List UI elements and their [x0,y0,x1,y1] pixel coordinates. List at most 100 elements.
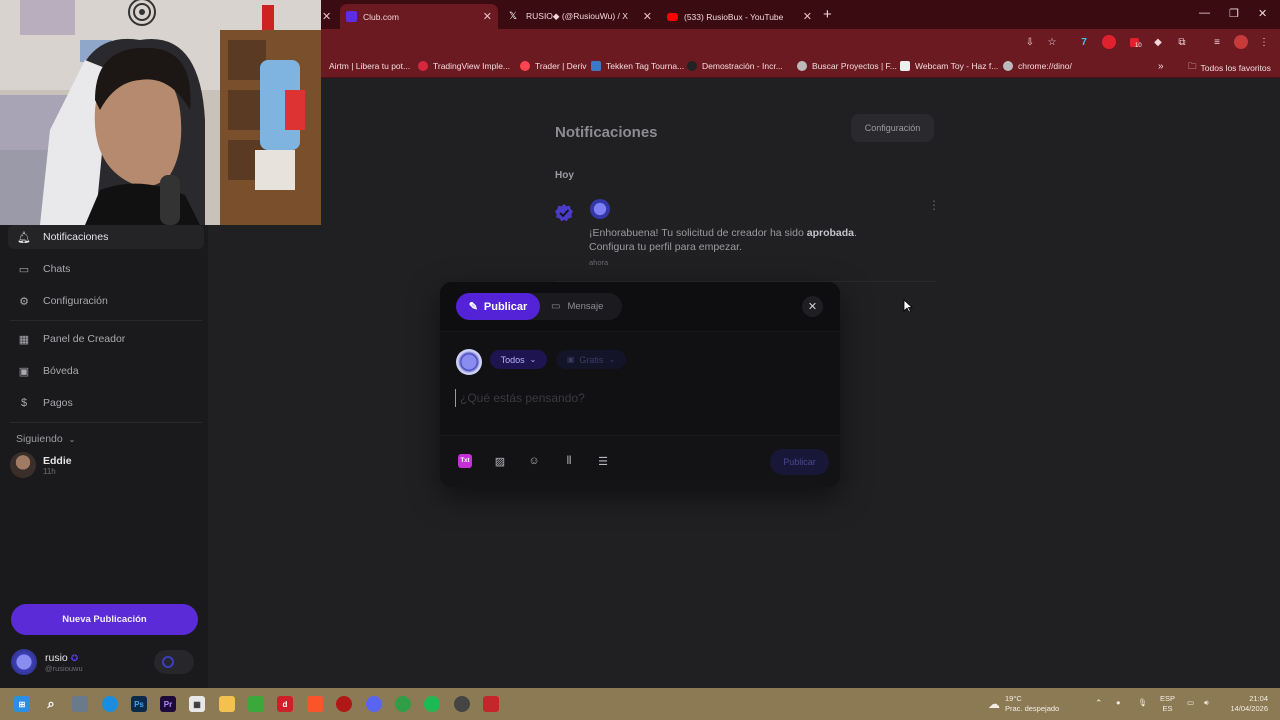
more-bookmarks-icon[interactable]: » [1158,61,1164,72]
bookmark-item[interactable]: TradingView Imple... [418,61,510,71]
close-icon[interactable]: ✕ [802,296,823,317]
weather-temp: 19°C [1005,694,1022,703]
bookmark-label: Webcam Toy - Haz f... [915,61,999,71]
tab-close-icon[interactable]: ✕ [643,10,652,23]
sidebar-item-pagos[interactable]: $ Pagos [8,391,204,415]
current-user[interactable]: rusio ✪ @rusiouwu [11,645,198,679]
tab-search-icon[interactable]: ≡ [1210,35,1224,49]
maximize-icon[interactable]: ❐ [1229,7,1239,20]
bell-icon: 🔔︎ [17,231,31,244]
status-toggle[interactable] [154,650,194,674]
extension-icon[interactable]: 10 [1127,35,1142,49]
extension-icon[interactable]: 7 [1077,35,1091,49]
text-format-icon[interactable]: Txt [458,454,472,468]
voicemeeter-icon[interactable] [483,696,499,712]
minecraft-icon[interactable] [248,696,264,712]
tab-publicar[interactable]: ✎ Publicar [456,293,540,320]
vault-icon: ▣ [18,365,30,378]
bookmark-star-icon[interactable]: ☆ [1045,35,1059,49]
bookmark-item[interactable]: Airtm | Libera tu pot... [329,61,410,71]
premiere-icon[interactable]: Pr [160,696,176,712]
screen: ✕ Club.com ✕ 𝕏 RUSIO◆ (@RusiouWu) / X ✕ … [0,0,1280,720]
all-bookmarks-label: Todos los favoritos [1200,63,1271,73]
sidebar-item-configuracion[interactable]: ⚙ Configuración [8,289,204,313]
tab-title: RUSIO◆ (@RusiouWu) / X [526,11,628,21]
bookmark-item[interactable]: Trader | Deriv [520,61,587,71]
sidebar-item-panel-creador[interactable]: ▦ Panel de Creador [8,327,204,351]
chevron-down-icon: ⌄ [529,355,537,364]
microphone-icon[interactable]: 🎙︎ [1138,698,1148,708]
bookmark-item[interactable]: chrome://dino/ [1003,61,1072,71]
file-explorer-icon[interactable] [219,696,235,712]
obs-icon[interactable] [454,696,470,712]
tray-app-icon[interactable]: ● [1116,698,1121,708]
new-tab-icon[interactable]: + [823,6,832,23]
all-bookmarks[interactable]: 🗀 Todos los favoritos [1188,61,1271,75]
tab-label: Publicar [483,300,528,313]
weather-icon: ☁ [988,697,1000,711]
app-icon[interactable] [336,696,352,712]
new-post-button[interactable]: Nueva Publicación [11,604,198,635]
emoji-icon[interactable]: ☺ [526,453,542,469]
user-name-text: rusio [45,651,68,664]
store-icon[interactable]: ▦ [189,696,205,712]
display-icon[interactable]: ▭ [1187,698,1194,708]
discord-icon[interactable] [366,696,382,712]
start-icon[interactable]: ⊞ [14,696,30,712]
spotify-icon[interactable] [424,696,440,712]
following-user[interactable]: Eddie 11h [10,452,72,478]
close-window-icon[interactable]: ✕ [1258,7,1267,20]
sidebar-item-boveda[interactable]: ▣ Bóveda [8,359,204,383]
tab-club[interactable]: Club.com ✕ [340,4,498,29]
tab-youtube[interactable]: (533) RusioBux - YouTube ✕ [661,4,818,29]
bookmark-item[interactable]: Demostración - Incr... [687,61,783,71]
divider [10,320,202,321]
minimize-icon[interactable]: — [1199,7,1210,19]
poll-icon[interactable]: ☰ [595,453,611,469]
toggle-knob [162,656,174,668]
tray-chevron-icon[interactable]: ⌃ [1095,698,1103,708]
edge-icon[interactable] [102,696,118,712]
tab-close-icon[interactable]: ✕ [483,10,492,23]
tab-close-icon[interactable]: ✕ [322,4,338,29]
lock-icon: ▣ [566,355,575,364]
extensions-puzzle-icon[interactable]: ⧉ [1175,35,1189,49]
tab-x[interactable]: 𝕏 RUSIO◆ (@RusiouWu) / X ✕ [503,4,658,29]
price-select[interactable]: ▣ Gratis ⌄ [556,350,626,369]
bookmark-item[interactable]: Buscar Proyectos | F... [797,61,897,71]
audience-label: Todos [500,354,525,365]
notification-settings-button[interactable]: Configuración [851,114,934,142]
brave-icon[interactable] [307,696,323,712]
bookmark-item[interactable]: Tekken Tag Tourna... [591,61,684,71]
extension-icon[interactable] [1102,35,1116,49]
following-header[interactable]: Siguiendo ⌄ [16,433,75,445]
photoshop-icon[interactable]: Ps [131,696,147,712]
install-app-icon[interactable]: ⇩ [1023,35,1037,49]
chat-icon: ▭ [18,263,30,276]
more-options-icon[interactable]: ⋮ [928,198,940,212]
bookmark-item[interactable]: Webcam Toy - Haz f... [900,61,998,71]
profile-avatar[interactable] [1234,35,1248,49]
weather-widget[interactable]: ☁ 19°C Prac. despejado [988,694,1059,714]
image-icon[interactable]: ▨ [492,453,508,469]
clock-date: 14/04/2026 [1230,704,1268,713]
deriv-icon[interactable]: d [277,696,293,712]
publish-button[interactable]: Publicar [770,449,829,475]
task-view-icon[interactable] [72,696,88,712]
language-indicator[interactable]: ESP ES [1160,694,1175,714]
audience-select[interactable]: Todos ⌄ [490,350,547,369]
post-text-input[interactable] [455,389,815,407]
audio-wave-icon[interactable]: ⦀ [561,453,577,469]
extension-icon[interactable]: ◆ [1151,35,1165,49]
sidebar-item-label: Pagos [43,397,73,409]
clock[interactable]: 21:04 14/04/2026 [1224,694,1268,714]
tab-close-icon[interactable]: ✕ [803,10,812,23]
search-icon[interactable]: ⌕ [43,696,59,712]
avatar [456,349,482,375]
menu-icon[interactable]: ⋮ [1257,35,1271,49]
tab-mensaje[interactable]: ▭ Mensaje [551,293,603,320]
chrome-icon[interactable] [395,696,411,712]
sidebar-item-chats[interactable]: ▭ Chats [8,257,204,281]
sidebar-item-notificaciones[interactable]: 🔔︎ Notificaciones [8,225,204,249]
volume-icon[interactable]: 🔊︎ [1204,698,1209,708]
